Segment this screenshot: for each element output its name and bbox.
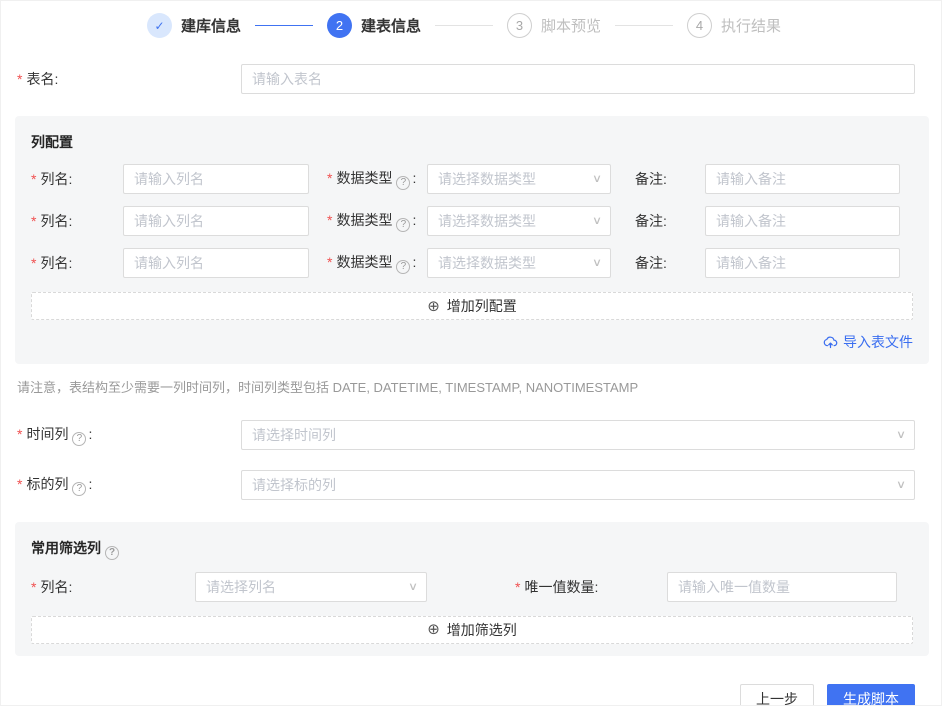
time-column-notice: 请注意，表结构至少需要一列时间列，时间列类型包括 DATE, DATETIME,… <box>17 377 925 396</box>
data-type-label: *数据类型?: <box>327 210 427 232</box>
target-column-select[interactable]: 请选择标的列 ∨ <box>241 470 915 500</box>
chevron-down-icon: ∨ <box>592 256 602 269</box>
column-row: *列名: *数据类型?: 请选择数据类型∨ 备注: <box>31 248 913 278</box>
remark-input[interactable] <box>705 206 900 236</box>
help-icon: ? <box>72 482 86 496</box>
column-name-input[interactable] <box>123 164 309 194</box>
required-mark: * <box>17 476 22 492</box>
time-column-select[interactable]: 请选择时间列 ∨ <box>241 420 915 450</box>
step-2-label: 建表信息 <box>361 15 421 36</box>
step-connector <box>255 25 313 26</box>
required-mark: * <box>327 254 332 270</box>
remark-input[interactable] <box>705 164 900 194</box>
table-name-input[interactable] <box>241 64 915 94</box>
step-4-pending-circle: 4 <box>687 13 712 38</box>
step-3-pending-circle: 3 <box>507 13 532 38</box>
add-filter-column-button[interactable]: ⊕ 增加筛选列 <box>31 616 913 644</box>
chevron-down-icon: ∨ <box>592 214 602 227</box>
plus-circle-icon: ⊕ <box>427 299 440 314</box>
column-name-label: *列名: <box>31 253 123 273</box>
help-icon: ? <box>396 260 410 274</box>
footer-actions: 上一步 生成脚本 <box>1 684 915 706</box>
step-1-finished-circle: ✓ <box>147 13 172 38</box>
add-column-button[interactable]: ⊕ 增加列配置 <box>31 292 913 320</box>
chevron-down-icon: ∨ <box>408 580 418 593</box>
filter-column-name-label: *列名: <box>31 577 195 597</box>
column-row: *列名: *数据类型?: 请选择数据类型∨ 备注: <box>31 206 913 236</box>
step-connector <box>435 25 493 26</box>
previous-step-button[interactable]: 上一步 <box>740 684 814 706</box>
table-name-row: *表名: <box>17 64 915 94</box>
data-type-select[interactable]: 请选择数据类型∨ <box>427 248 611 278</box>
help-icon: ? <box>396 218 410 232</box>
required-mark: * <box>327 170 332 186</box>
check-icon: ✓ <box>154 19 164 33</box>
column-row: *列名: *数据类型?: 请选择数据类型∨ 备注: <box>31 164 913 194</box>
help-icon: ? <box>105 546 119 560</box>
column-name-label: *列名: <box>31 169 123 189</box>
remark-label: 备注: <box>635 169 705 189</box>
step-2-active-circle: 2 <box>327 13 352 38</box>
unique-count-input[interactable] <box>667 572 897 602</box>
generate-script-button[interactable]: 生成脚本 <box>827 684 915 706</box>
data-type-select[interactable]: 请选择数据类型∨ <box>427 206 611 236</box>
chevron-down-icon: ∨ <box>592 172 602 185</box>
data-type-label: *数据类型?: <box>327 252 427 274</box>
chevron-down-icon: ∨ <box>896 428 906 441</box>
data-type-label: *数据类型?: <box>327 168 427 190</box>
required-mark: * <box>515 579 520 595</box>
create-table-wizard: ✓ 建库信息 2 建表信息 3 脚本预览 4 执行结果 *表名: 列配置 *列名… <box>0 0 942 706</box>
data-type-select[interactable]: 请选择数据类型∨ <box>427 164 611 194</box>
column-name-label: *列名: <box>31 211 123 231</box>
unique-count-label: *唯一值数量: <box>515 577 667 597</box>
step-1-label: 建库信息 <box>181 15 241 36</box>
chevron-down-icon: ∨ <box>896 478 906 491</box>
remark-label: 备注: <box>635 253 705 273</box>
target-column-label: *标的列?: <box>17 474 241 496</box>
filter-columns-title: 常用筛选列? <box>31 538 913 560</box>
step-connector <box>615 25 673 26</box>
step-3-label: 脚本预览 <box>541 15 601 36</box>
time-column-row: *时间列?: 请选择时间列 ∨ <box>17 420 915 450</box>
required-mark: * <box>327 212 332 228</box>
target-column-row: *标的列?: 请选择标的列 ∨ <box>17 470 915 500</box>
column-config-panel: 列配置 *列名: *数据类型?: 请选择数据类型∨ 备注: *列名: *数据类型… <box>15 116 929 364</box>
help-icon: ? <box>396 176 410 190</box>
filter-columns-panel: 常用筛选列? *列名: 请选择列名∨ *唯一值数量: ⊕ 增加筛选列 <box>15 522 929 656</box>
remark-input[interactable] <box>705 248 900 278</box>
filter-column-name-select[interactable]: 请选择列名∨ <box>195 572 427 602</box>
required-mark: * <box>31 171 36 187</box>
import-table-file-link[interactable]: 导入表文件 <box>823 332 913 352</box>
required-mark: * <box>31 579 36 595</box>
column-name-input[interactable] <box>123 248 309 278</box>
time-column-label: *时间列?: <box>17 424 241 446</box>
steps-bar: ✓ 建库信息 2 建表信息 3 脚本预览 4 执行结果 <box>1 1 941 38</box>
column-config-title: 列配置 <box>31 132 913 152</box>
required-mark: * <box>17 71 22 87</box>
required-mark: * <box>31 213 36 229</box>
cloud-upload-icon <box>823 335 838 350</box>
step-4-label: 执行结果 <box>721 15 781 36</box>
filter-row: *列名: 请选择列名∨ *唯一值数量: <box>31 572 913 602</box>
table-name-label: *表名: <box>17 69 241 89</box>
remark-label: 备注: <box>635 211 705 231</box>
required-mark: * <box>17 426 22 442</box>
plus-circle-icon: ⊕ <box>427 622 440 637</box>
column-name-input[interactable] <box>123 206 309 236</box>
required-mark: * <box>31 255 36 271</box>
help-icon: ? <box>72 432 86 446</box>
